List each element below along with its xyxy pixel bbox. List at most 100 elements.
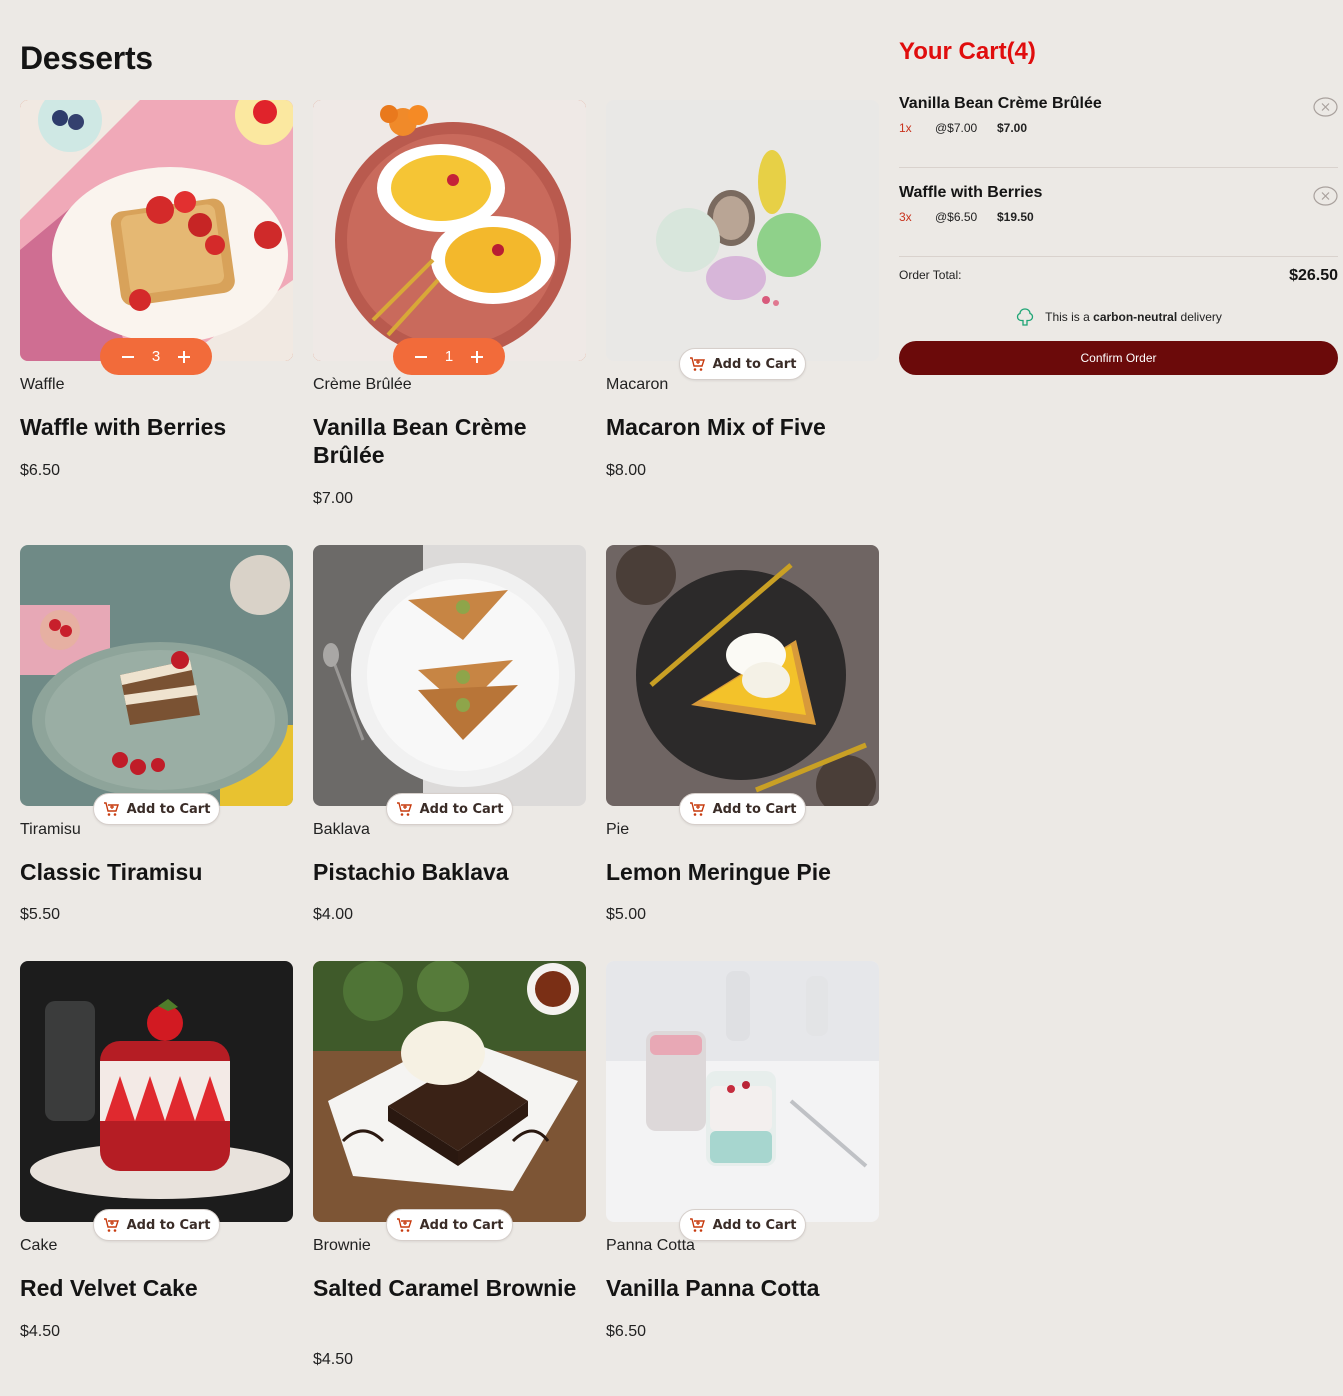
product-name: Red Velvet Cake bbox=[20, 1275, 198, 1301]
product-name: Macaron Mix of Five bbox=[606, 414, 826, 440]
add-to-cart-button[interactable]: Add to Cart bbox=[386, 793, 513, 825]
product-card: 3 Waffle Waffle with Berries $6.50 bbox=[20, 100, 293, 479]
product-image: Add to Cart bbox=[313, 961, 586, 1241]
add-to-cart-label: Add to Cart bbox=[419, 801, 504, 817]
cart-item-name: Vanilla Bean Crème Brûlée bbox=[899, 95, 1102, 112]
panna-cotta-photo bbox=[606, 961, 879, 1222]
product-name: Lemon Meringue Pie bbox=[606, 859, 831, 885]
quantity-value: 3 bbox=[151, 348, 161, 365]
product-image: Add to Cart bbox=[606, 545, 879, 825]
order-total-label: Order Total: bbox=[899, 268, 962, 282]
waffle-photo bbox=[20, 100, 293, 361]
product-card: Add to Cart Cake Red Velvet Cake $4.50 bbox=[20, 961, 293, 1340]
macaron-photo bbox=[606, 100, 879, 361]
decrement-button[interactable] bbox=[413, 349, 429, 365]
product-name: Vanilla Bean Crème Brûlée bbox=[313, 414, 527, 468]
product-price: $4.50 bbox=[313, 1351, 354, 1368]
remove-circle-x-icon bbox=[1313, 97, 1338, 117]
minus-icon bbox=[122, 355, 134, 358]
cart-title: Your Cart(4) bbox=[899, 38, 1036, 65]
remove-item-button[interactable] bbox=[1313, 186, 1338, 206]
product-category: Tiramisu bbox=[20, 821, 81, 838]
product-category: Panna Cotta bbox=[606, 1237, 695, 1254]
product-category: Waffle bbox=[20, 376, 65, 393]
tree-icon bbox=[1016, 308, 1034, 326]
cart-item-details: 3x @$6.50 $19.50 bbox=[899, 210, 1034, 224]
add-to-cart-button[interactable]: Add to Cart bbox=[679, 348, 806, 380]
product-name: Salted Caramel Brownie bbox=[313, 1275, 577, 1301]
cart-plus-icon bbox=[103, 802, 119, 816]
lemon-pie-photo bbox=[606, 545, 879, 806]
product-image: Add to Cart bbox=[606, 961, 879, 1241]
product-card: Add to Cart Panna Cotta Vanilla Panna Co… bbox=[606, 961, 879, 1340]
add-to-cart-label: Add to Cart bbox=[126, 801, 211, 817]
quantity-stepper: 3 bbox=[100, 338, 212, 375]
add-to-cart-button[interactable]: Add to Cart bbox=[679, 1209, 806, 1241]
cart-item-total: $7.00 bbox=[997, 121, 1028, 135]
cart-plus-icon bbox=[103, 1218, 119, 1232]
product-card: Add to Cart Brownie Salted Caramel Brown… bbox=[313, 961, 586, 1368]
cart-plus-icon bbox=[689, 802, 705, 816]
cart-item-total: $19.50 bbox=[997, 210, 1034, 224]
tiramisu-photo bbox=[20, 545, 293, 806]
add-to-cart-label: Add to Cart bbox=[712, 1217, 797, 1233]
add-to-cart-label: Add to Cart bbox=[712, 356, 797, 372]
product-price: $5.00 bbox=[606, 906, 647, 923]
product-category: Cake bbox=[20, 1237, 58, 1254]
product-card: Add to Cart Pie Lemon Meringue Pie $5.00 bbox=[606, 545, 879, 923]
baklava-photo bbox=[313, 545, 586, 806]
product-image: Add to Cart bbox=[606, 100, 879, 380]
product-card: Add to Cart Baklava Pistachio Baklava $4… bbox=[313, 545, 586, 923]
cart-plus-icon bbox=[396, 802, 412, 816]
add-to-cart-button[interactable]: Add to Cart bbox=[93, 793, 220, 825]
plus-icon bbox=[178, 350, 190, 363]
remove-circle-x-icon bbox=[1313, 186, 1338, 206]
desserts-page: Desserts 3 Waffle Waffle with Berries $6… bbox=[0, 0, 1343, 1396]
cart-plus-icon bbox=[396, 1218, 412, 1232]
product-image: 1 bbox=[313, 100, 586, 375]
cart-plus-icon bbox=[689, 357, 705, 371]
cart-item-qty: 1x bbox=[899, 121, 912, 135]
order-total-row: Order Total: $26.50 bbox=[899, 257, 1338, 297]
remove-item-button[interactable] bbox=[1313, 97, 1338, 117]
add-to-cart-button[interactable]: Add to Cart bbox=[386, 1209, 513, 1241]
carbon-note-text: This is a carbon-neutral delivery bbox=[1045, 310, 1222, 324]
product-name: Vanilla Panna Cotta bbox=[606, 1275, 820, 1301]
product-image: Add to Cart bbox=[20, 961, 293, 1241]
add-to-cart-label: Add to Cart bbox=[712, 801, 797, 817]
product-price: $4.00 bbox=[313, 906, 354, 923]
product-price: $8.00 bbox=[606, 462, 647, 479]
carbon-neutral-note: This is a carbon-neutral delivery bbox=[899, 301, 1338, 333]
product-category: Brownie bbox=[313, 1237, 371, 1254]
product-category: Macaron bbox=[606, 376, 669, 393]
product-price: $4.50 bbox=[20, 1323, 61, 1340]
cart-item-name: Waffle with Berries bbox=[899, 184, 1043, 201]
increment-button[interactable] bbox=[176, 349, 192, 365]
plus-icon bbox=[471, 350, 483, 363]
quantity-stepper: 1 bbox=[393, 338, 505, 375]
product-name: Pistachio Baklava bbox=[313, 859, 509, 885]
product-category: Pie bbox=[606, 821, 630, 838]
cart-item-unit-price: @$7.00 bbox=[935, 121, 978, 135]
product-category: Baklava bbox=[313, 821, 370, 838]
creme-brulee-photo bbox=[313, 100, 586, 361]
decrement-button[interactable] bbox=[120, 349, 136, 365]
product-name: Waffle with Berries bbox=[20, 414, 227, 440]
cart-item: Waffle with Berries 3x @$6.50 $19.50 bbox=[899, 184, 1338, 257]
cart-item-unit-price: @$6.50 bbox=[935, 210, 978, 224]
product-category: Crème Brûlée bbox=[313, 376, 412, 393]
cart-item-details: 1x @$7.00 $7.00 bbox=[899, 121, 1027, 135]
product-card: Add to Cart Tiramisu Classic Tiramisu $5… bbox=[20, 545, 293, 923]
add-to-cart-button[interactable]: Add to Cart bbox=[93, 1209, 220, 1241]
product-image: Add to Cart bbox=[20, 545, 293, 825]
cart-panel: Your Cart(4) Vanilla Bean Crème Brûlée 1… bbox=[899, 38, 1338, 375]
add-to-cart-label: Add to Cart bbox=[126, 1217, 211, 1233]
quantity-value: 1 bbox=[444, 348, 454, 365]
confirm-order-button[interactable]: Confirm Order bbox=[899, 341, 1338, 375]
add-to-cart-button[interactable]: Add to Cart bbox=[679, 793, 806, 825]
product-price: $7.00 bbox=[313, 490, 354, 507]
product-price: $5.50 bbox=[20, 906, 61, 923]
increment-button[interactable] bbox=[469, 349, 485, 365]
red-velvet-cake-photo bbox=[20, 961, 293, 1222]
add-to-cart-label: Add to Cart bbox=[419, 1217, 504, 1233]
